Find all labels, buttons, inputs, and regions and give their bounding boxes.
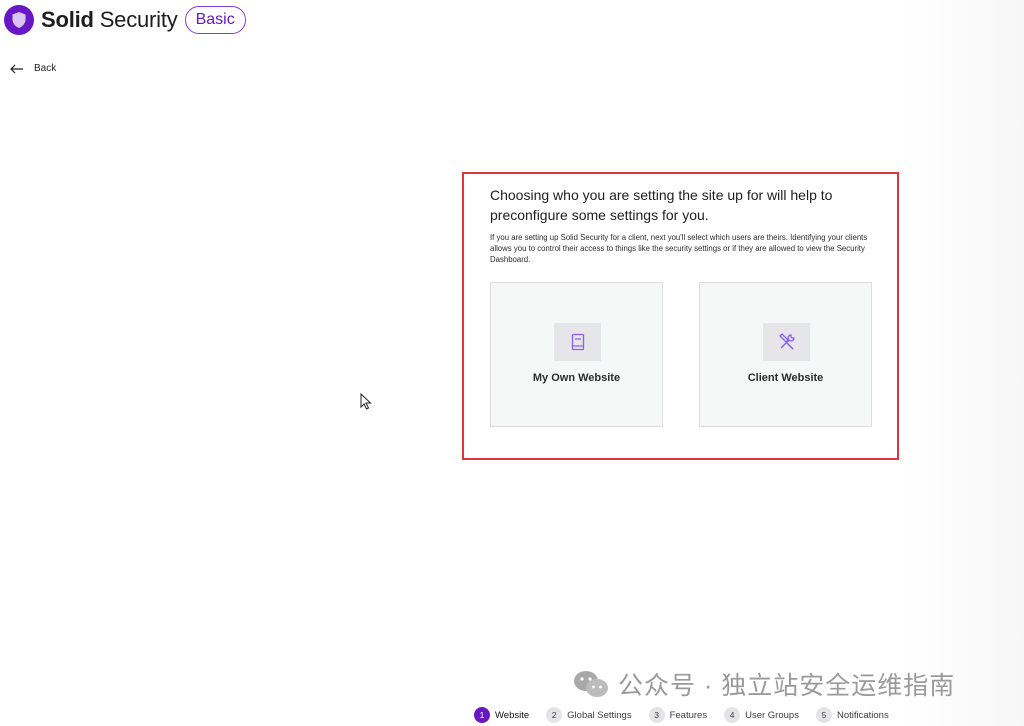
intro-title: Choosing who you are setting the site up…	[490, 187, 833, 223]
wechat-icon	[574, 671, 608, 697]
step-label: Global Settings	[567, 709, 632, 721]
my-own-website-option[interactable]: My Own Website	[490, 282, 663, 427]
background-fade	[904, 0, 1024, 726]
step-label: Features	[669, 709, 708, 721]
step-notifications[interactable]: 5 Notifications	[815, 707, 889, 723]
brand-logo: Solid Security Basic	[4, 4, 246, 36]
tools-icon	[763, 323, 810, 361]
step-website[interactable]: 1 Website	[474, 707, 529, 723]
step-label: Website	[495, 709, 530, 721]
mouse-cursor-icon	[360, 393, 372, 410]
book-icon	[554, 323, 601, 361]
plan-badge: Basic	[184, 6, 246, 34]
back-label: Back	[34, 63, 57, 74]
logo-light-text: Security	[99, 7, 178, 32]
arrow-left-icon	[10, 64, 23, 73]
logo-wordmark: Solid Security	[41, 5, 178, 35]
setup-stepper: 1 Website 2 Global Settings 3 Features 4…	[474, 705, 906, 725]
step-number: 2	[546, 707, 563, 723]
step-label: User Groups	[745, 709, 799, 721]
choice-label: My Own Website	[532, 372, 621, 384]
logo-bold-text: Solid	[41, 7, 94, 32]
client-website-option[interactable]: Client Website	[699, 282, 872, 427]
step-global-settings[interactable]: 2 Global Settings	[546, 707, 632, 723]
watermark-text: 公众号 · 独立站安全运维指南	[618, 672, 956, 700]
step-features[interactable]: 3 Features	[648, 707, 708, 723]
shield-logo-icon	[4, 5, 34, 35]
step-number: 5	[815, 707, 832, 723]
step-user-groups[interactable]: 4 User Groups	[724, 707, 799, 723]
watermark: 公众号 · 独立站安全运维指南	[572, 666, 955, 702]
step-number: 4	[724, 707, 741, 723]
step-label: Notifications	[836, 709, 889, 721]
setup-page: Solid Security Basic Back Choosing who y…	[0, 0, 1024, 726]
step-number: 3	[648, 707, 665, 723]
choice-label: Client Website	[747, 372, 824, 384]
intro-description: If you are setting up Solid Security for…	[490, 233, 868, 264]
back-link[interactable]: Back	[10, 63, 56, 74]
step-number: 1	[474, 707, 490, 723]
